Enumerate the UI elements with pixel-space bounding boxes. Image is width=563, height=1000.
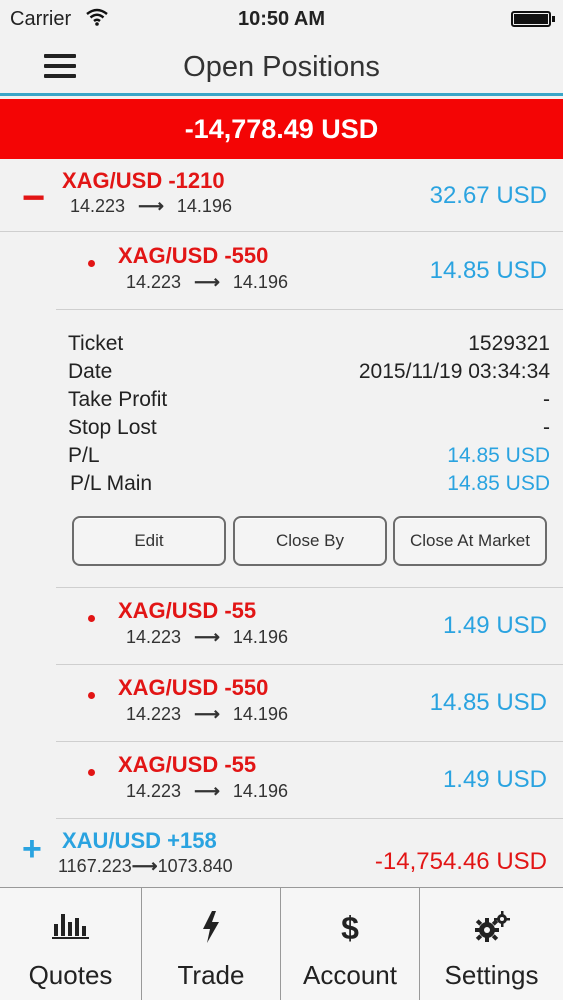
trade-symbol: XAG/USD -55 bbox=[118, 598, 257, 623]
bar-chart-icon bbox=[0, 910, 141, 946]
tab-settings[interactable]: Settings bbox=[420, 888, 563, 1000]
lightning-icon bbox=[142, 910, 280, 946]
arrow-right-icon: ⟶ bbox=[194, 272, 220, 292]
close-by-button[interactable]: Close By bbox=[233, 516, 387, 566]
gears-icon bbox=[420, 910, 563, 946]
tab-trade[interactable]: Trade bbox=[142, 888, 281, 1000]
current-price: 14.196 bbox=[232, 704, 288, 724]
bullet-dot-icon bbox=[88, 260, 95, 267]
detail-value: - bbox=[543, 416, 550, 439]
detail-label: Stop Lost bbox=[68, 416, 157, 439]
open-price: 14.223 bbox=[70, 196, 126, 216]
detail-row-take-profit: Take Profit - bbox=[68, 388, 550, 416]
trade-prices: 14.223 ⟶ 14.196 bbox=[126, 781, 288, 802]
total-pl-banner: -14,778.49 USD bbox=[0, 99, 563, 159]
tab-label: Settings bbox=[444, 960, 539, 990]
dollar-icon: $ bbox=[281, 910, 419, 946]
group-prices: 14.223 ⟶ 14.196 bbox=[70, 196, 232, 217]
detail-row-date: Date 2015/11/19 03:34:34 bbox=[68, 360, 550, 388]
detail-row-pl: P/L 14.85 USD bbox=[68, 444, 550, 472]
detail-label: P/L bbox=[68, 444, 100, 467]
detail-row-pl-main: P/L Main 14.85 USD bbox=[70, 472, 550, 500]
edit-button[interactable]: Edit bbox=[72, 516, 226, 566]
trade-row[interactable]: XAG/USD -550 14.223 ⟶ 14.196 14.85 USD bbox=[56, 233, 563, 310]
arrow-right-icon: ⟶ bbox=[194, 704, 220, 724]
current-price: 14.196 bbox=[232, 627, 288, 647]
open-price: 14.223 bbox=[126, 781, 182, 801]
detail-value: 14.85 USD bbox=[447, 472, 550, 495]
trade-symbol: XAG/USD -550 bbox=[118, 675, 269, 700]
trade-pl: 1.49 USD bbox=[442, 612, 547, 639]
battery-icon bbox=[511, 11, 555, 27]
group-prices: 1167.223⟶1073.840 bbox=[58, 856, 233, 877]
bullet-dot-icon bbox=[88, 692, 95, 699]
position-group-xau[interactable]: + XAU/USD +158 1167.223⟶1073.840 -14,754… bbox=[0, 820, 563, 887]
status-bar: Carrier 10:50 AM bbox=[0, 0, 563, 38]
tab-bar: Quotes Trade $ Account Settings bbox=[0, 887, 563, 1000]
arrow-right-icon: ⟶ bbox=[138, 196, 164, 216]
open-price: 14.223 bbox=[126, 704, 182, 724]
trade-pl: 14.85 USD bbox=[429, 257, 547, 284]
tab-label: Quotes bbox=[28, 960, 113, 990]
close-at-market-button[interactable]: Close At Market bbox=[393, 516, 547, 566]
detail-value: 1529321 bbox=[468, 332, 550, 355]
navigation-bar: Open Positions bbox=[0, 38, 563, 96]
trade-prices: 14.223 ⟶ 14.196 bbox=[126, 704, 288, 725]
detail-label: Take Profit bbox=[68, 388, 168, 411]
trade-row[interactable]: XAG/USD -55 14.223 ⟶ 14.196 1.49 USD bbox=[56, 742, 563, 819]
position-group-xag[interactable]: − XAG/USD -1210 14.223 ⟶ 14.196 32.67 US… bbox=[0, 160, 563, 232]
trade-symbol: XAG/USD -550 bbox=[118, 243, 269, 268]
group-pl: -14,754.46 USD bbox=[374, 848, 547, 875]
tab-account[interactable]: $ Account bbox=[281, 888, 420, 1000]
current-price: 1073.840 bbox=[157, 856, 233, 876]
arrow-right-icon: ⟶ bbox=[194, 781, 220, 801]
open-price: 1167.223 bbox=[58, 856, 132, 876]
trade-row[interactable]: XAG/USD -55 14.223 ⟶ 14.196 1.49 USD bbox=[56, 588, 563, 665]
status-time: 10:50 AM bbox=[237, 8, 326, 30]
page-title: Open Positions bbox=[183, 51, 380, 83]
tab-quotes[interactable]: Quotes bbox=[0, 888, 142, 1000]
open-price: 14.223 bbox=[126, 272, 182, 292]
group-symbol: XAG/USD -1210 bbox=[62, 168, 225, 193]
detail-value: 14.85 USD bbox=[447, 444, 550, 467]
current-price: 14.196 bbox=[232, 781, 288, 801]
tab-label: Trade bbox=[177, 960, 245, 990]
trade-pl: 14.85 USD bbox=[429, 689, 547, 716]
current-price: 14.196 bbox=[232, 272, 288, 292]
detail-value: 2015/11/19 03:34:34 bbox=[358, 360, 550, 383]
trade-pl: 1.49 USD bbox=[442, 766, 547, 793]
detail-label: Ticket bbox=[68, 332, 124, 355]
collapse-minus-icon[interactable]: − bbox=[22, 176, 45, 221]
arrow-right-icon: ⟶ bbox=[131, 856, 158, 876]
detail-row-stop-lost: Stop Lost - bbox=[68, 416, 550, 444]
detail-value: - bbox=[543, 388, 550, 411]
detail-label: Date bbox=[68, 360, 113, 383]
detail-row-ticket: Ticket 1529321 bbox=[68, 332, 550, 360]
dollar-glyph: $ bbox=[341, 910, 359, 946]
group-pl: 32.67 USD bbox=[429, 182, 547, 209]
trade-row[interactable]: XAG/USD -550 14.223 ⟶ 14.196 14.85 USD bbox=[56, 665, 563, 742]
trade-symbol: XAG/USD -55 bbox=[118, 752, 257, 777]
expand-plus-icon[interactable]: + bbox=[22, 830, 42, 869]
current-price: 14.196 bbox=[176, 196, 232, 216]
screen: Carrier 10:50 AM Open Positions -14,778.… bbox=[0, 0, 563, 1000]
group-symbol: XAU/USD +158 bbox=[62, 828, 217, 853]
bullet-dot-icon bbox=[88, 769, 95, 776]
detail-label: P/L Main bbox=[70, 472, 153, 495]
arrow-right-icon: ⟶ bbox=[194, 627, 220, 647]
bullet-dot-icon bbox=[88, 615, 95, 622]
trade-prices: 14.223 ⟶ 14.196 bbox=[126, 272, 288, 293]
open-price: 14.223 bbox=[126, 627, 182, 647]
trade-prices: 14.223 ⟶ 14.196 bbox=[126, 627, 288, 648]
tab-label: Account bbox=[303, 960, 397, 990]
trade-details-panel: Ticket 1529321 Date 2015/11/19 03:34:34 … bbox=[56, 311, 563, 588]
